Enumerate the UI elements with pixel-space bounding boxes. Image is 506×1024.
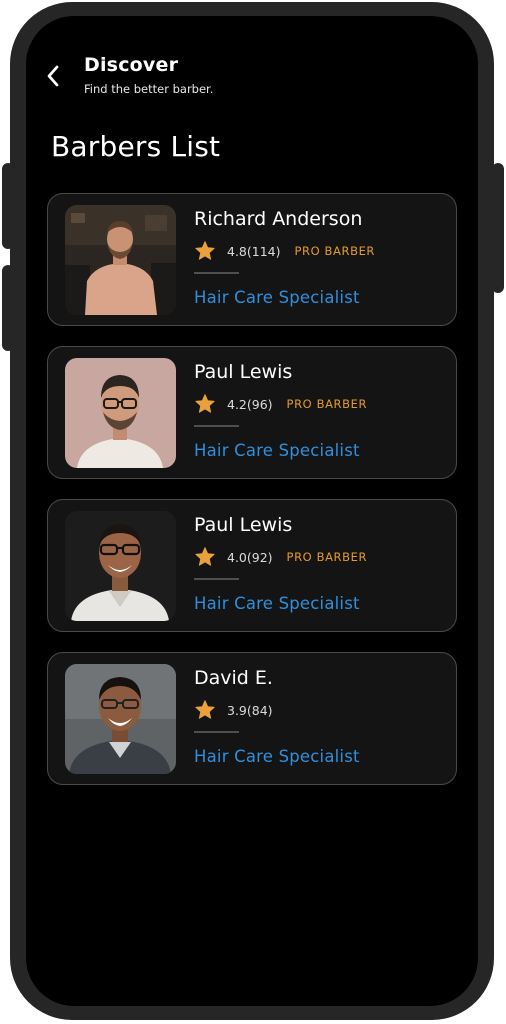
- barber-card[interactable]: Paul Lewis 4.2(96) PRO BARBER Hair Care …: [47, 346, 457, 479]
- header-subtitle: Find the better barber.: [84, 82, 214, 96]
- rating-row: 4.2(96) PRO BARBER: [194, 393, 367, 415]
- star-icon: [195, 700, 215, 719]
- pro-badge: PRO BARBER: [294, 244, 376, 258]
- specialty-label: Hair Care Specialist: [194, 747, 360, 766]
- barber-name: Richard Anderson: [194, 208, 363, 230]
- divider: [194, 578, 239, 580]
- star-icon: [195, 547, 215, 566]
- app-screen: Discover Find the better barber. Barbers…: [26, 16, 478, 1006]
- pro-badge: PRO BARBER: [286, 550, 368, 564]
- specialty-label: Hair Care Specialist: [194, 594, 360, 613]
- specialty-label: Hair Care Specialist: [194, 441, 360, 460]
- power-button: [492, 163, 504, 293]
- rating-row: 4.0(92) PRO BARBER: [194, 546, 367, 568]
- rating-text: 4.8(114): [227, 243, 281, 259]
- header-title: Discover: [84, 54, 179, 76]
- back-button[interactable]: [42, 62, 66, 90]
- rating-text: 3.9(84): [227, 702, 273, 718]
- pro-badge: PRO BARBER: [286, 397, 368, 411]
- rating-row: 4.8(114) PRO BARBER: [194, 240, 375, 262]
- barber-name: David E.: [194, 667, 273, 689]
- specialty-label: Hair Care Specialist: [194, 288, 360, 307]
- barber-card[interactable]: Paul Lewis 4.0(92) PRO BARBER Hair Care …: [47, 499, 457, 632]
- barber-card[interactable]: Richard Anderson 4.8(114) PRO BARBER Hai…: [47, 193, 457, 326]
- divider: [194, 272, 239, 274]
- barber-card[interactable]: David E. 3.9(84) Hair Care Specialist: [47, 652, 457, 785]
- rating-row: 3.9(84): [194, 699, 287, 721]
- avatar: [65, 511, 176, 621]
- divider: [194, 731, 239, 733]
- barber-name: Paul Lewis: [194, 361, 293, 383]
- header: Discover Find the better barber.: [26, 54, 478, 104]
- divider: [194, 425, 239, 427]
- avatar: [65, 358, 176, 468]
- avatar: [65, 664, 176, 774]
- barbers-list: Richard Anderson 4.8(114) PRO BARBER Hai…: [47, 193, 459, 805]
- rating-text: 4.0(92): [227, 549, 273, 565]
- star-icon: [195, 241, 215, 260]
- star-icon: [195, 394, 215, 413]
- volume-up-button: [2, 163, 14, 249]
- page-title: Barbers List: [51, 130, 221, 163]
- volume-down-button: [2, 265, 14, 351]
- barber-name: Paul Lewis: [194, 514, 293, 536]
- rating-text: 4.2(96): [227, 396, 273, 412]
- avatar: [65, 205, 176, 315]
- chevron-left-icon: [47, 65, 59, 87]
